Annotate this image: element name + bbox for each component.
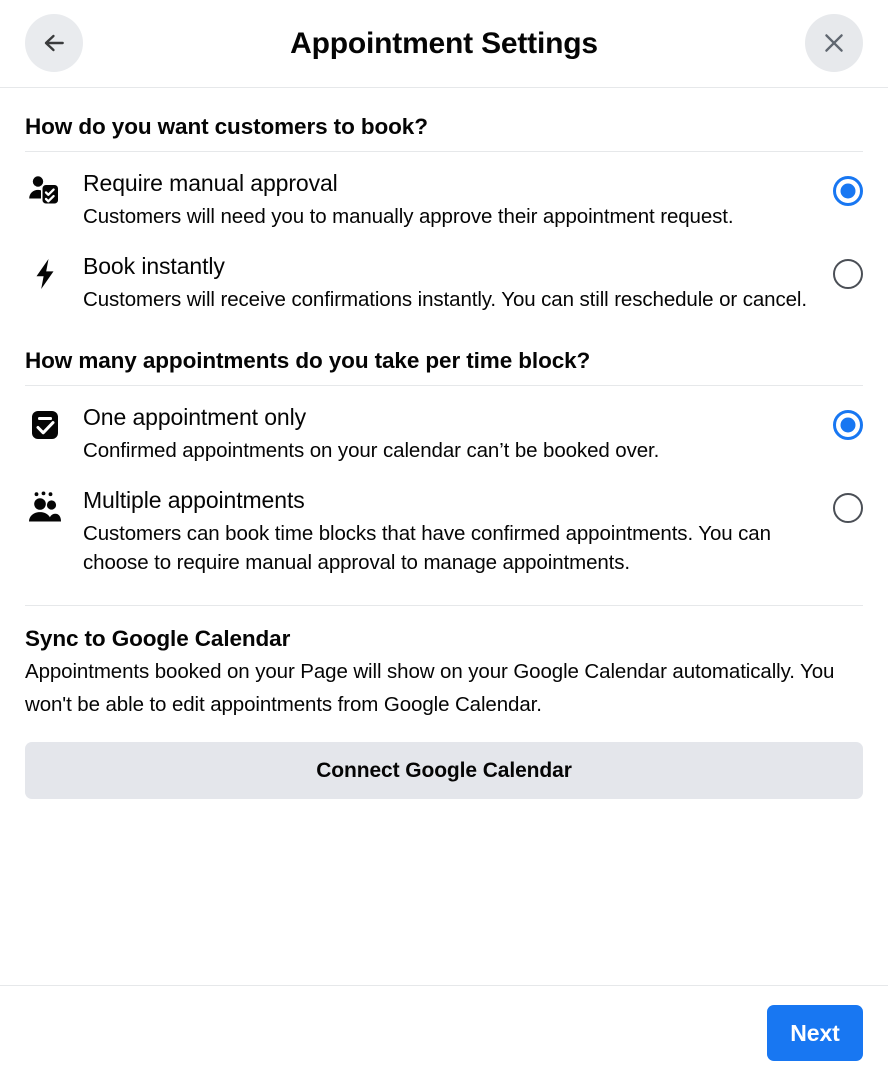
- lightning-bolt-icon: [25, 254, 65, 294]
- option-description: Confirmed appointments on your calendar …: [83, 439, 660, 462]
- option-text-group: Book instantly Customers will receive co…: [65, 251, 833, 314]
- sync-description: Appointments booked on your Page will sh…: [25, 660, 835, 716]
- option-text-group: Multiple appointments Customers can book…: [65, 485, 833, 577]
- dialog-footer: Next: [0, 985, 888, 1080]
- option-description: Customers will receive confirmations ins…: [83, 288, 807, 311]
- people-group-icon: [25, 488, 65, 528]
- option-multiple-appointments[interactable]: Multiple appointments Customers can book…: [25, 469, 863, 581]
- option-title: Book instantly: [83, 253, 225, 279]
- person-checklist-icon: [25, 171, 65, 211]
- section-heading-capacity: How many appointments do you take per ti…: [25, 318, 863, 386]
- option-text-group: Require manual approval Customers will n…: [65, 168, 833, 231]
- radio-book-instantly[interactable]: [833, 259, 863, 289]
- option-description: Customers will need you to manually appr…: [83, 205, 734, 228]
- option-book-instantly[interactable]: Book instantly Customers will receive co…: [25, 235, 863, 318]
- radio-require-manual-approval[interactable]: [833, 176, 863, 206]
- single-checkbox-icon: [25, 405, 65, 445]
- option-description: Customers can book time blocks that have…: [83, 522, 771, 574]
- close-icon: [821, 30, 847, 56]
- option-require-manual-approval[interactable]: Require manual approval Customers will n…: [25, 152, 863, 235]
- radio-multiple-appointments[interactable]: [833, 493, 863, 523]
- sync-google-calendar-section: Sync to Google Calendar Appointments boo…: [25, 606, 863, 799]
- page-title: Appointment Settings: [290, 27, 598, 60]
- sync-title: Sync to Google Calendar: [25, 626, 291, 651]
- connect-google-calendar-button[interactable]: Connect Google Calendar: [25, 742, 863, 799]
- option-title: Multiple appointments: [83, 487, 305, 513]
- dialog-header: Appointment Settings: [0, 0, 888, 88]
- option-title: One appointment only: [83, 404, 307, 430]
- option-text-group: One appointment only Confirmed appointme…: [65, 402, 833, 465]
- radio-one-appointment-only[interactable]: [833, 410, 863, 440]
- close-button[interactable]: [805, 14, 863, 72]
- next-button[interactable]: Next: [767, 1005, 863, 1061]
- section-heading-booking: How do you want customers to book?: [25, 88, 863, 152]
- option-one-appointment-only[interactable]: One appointment only Confirmed appointme…: [25, 386, 863, 469]
- appointment-settings-dialog: Appointment Settings How do you want cus…: [0, 0, 888, 1080]
- option-title: Require manual approval: [83, 170, 338, 196]
- dialog-body: How do you want customers to book? Requi…: [0, 88, 888, 985]
